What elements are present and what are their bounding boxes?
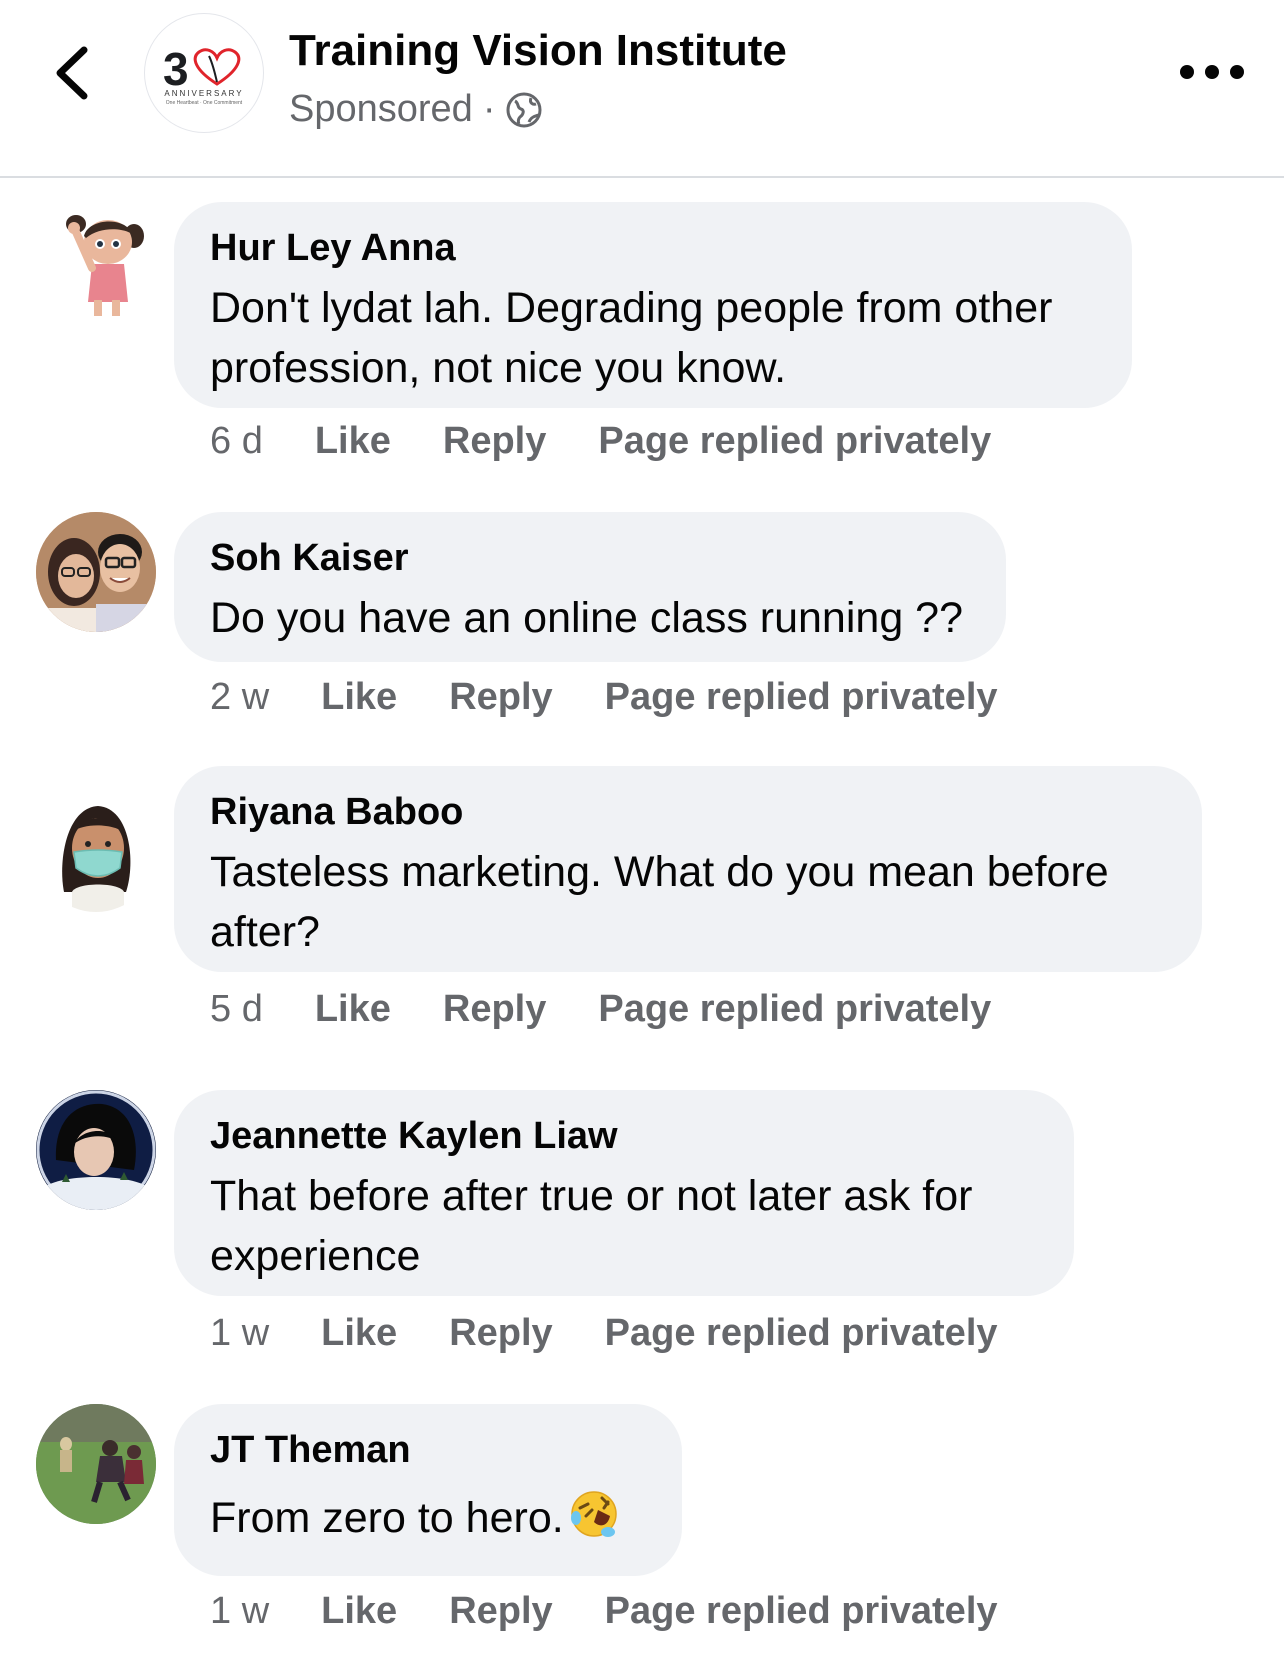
replied-privately-label[interactable]: Page replied privately xyxy=(605,1590,998,1633)
replied-privately-label[interactable]: Page replied privately xyxy=(598,988,991,1031)
more-options-button[interactable] xyxy=(1180,56,1244,88)
comment-bubble: Jeannette Kaylen Liaw That before after … xyxy=(174,1090,1074,1296)
comment-actions: 2 w Like Reply Page replied privately xyxy=(210,676,998,719)
comment-text: From zero to hero. xyxy=(210,1488,646,1548)
like-button[interactable]: Like xyxy=(315,420,391,463)
comment-time[interactable]: 1 w xyxy=(210,1590,269,1633)
replied-privately-label[interactable]: Page replied privately xyxy=(605,676,998,719)
more-dot xyxy=(1205,65,1219,79)
like-button[interactable]: Like xyxy=(321,1312,397,1355)
post-header: 3 ANNIVERSARY One Heartbeat · One Commit… xyxy=(0,0,1284,178)
separator-dot: · xyxy=(482,88,496,130)
comment-text: Do you have an online class running ?? xyxy=(210,594,964,642)
globe-icon xyxy=(506,92,542,127)
like-button[interactable]: Like xyxy=(315,988,391,1031)
reply-button[interactable]: Reply xyxy=(449,676,552,719)
logo-number: 3 xyxy=(163,43,189,95)
avatar[interactable] xyxy=(36,512,156,632)
like-button[interactable]: Like xyxy=(321,676,397,719)
comment-author[interactable]: Hur Ley Anna xyxy=(210,224,1096,272)
replied-privately-label[interactable]: Page replied privately xyxy=(605,1312,998,1355)
avatar[interactable] xyxy=(36,202,156,322)
avatar[interactable] xyxy=(36,1090,156,1210)
comment-author[interactable]: JT Theman xyxy=(210,1426,646,1474)
comment-author[interactable]: Soh Kaiser xyxy=(210,534,970,582)
comment-bubble: Hur Ley Anna Don't lydat lah. Degrading … xyxy=(174,202,1132,408)
avatar[interactable] xyxy=(36,1404,156,1524)
woman-photo-avatar xyxy=(36,1090,156,1210)
page-logo-avatar[interactable]: 3 ANNIVERSARY One Heartbeat · One Commit… xyxy=(144,13,264,133)
comment-text: Don't lydat lah. Degrading people from o… xyxy=(210,284,1053,392)
comment-time[interactable]: 5 d xyxy=(210,988,263,1031)
comment-time[interactable]: 6 d xyxy=(210,420,263,463)
comment-actions: 5 d Like Reply Page replied privately xyxy=(210,988,991,1031)
like-button[interactable]: Like xyxy=(321,1590,397,1633)
page-name-link[interactable]: Training Vision Institute xyxy=(289,26,787,76)
avatar[interactable] xyxy=(36,792,156,912)
cartoon-girl-avatar xyxy=(66,215,144,316)
comment-bubble: Soh Kaiser Do you have an online class r… xyxy=(174,512,1006,662)
comment-bubble: Riyana Baboo Tasteless marketing. What d… xyxy=(174,766,1202,972)
reply-button[interactable]: Reply xyxy=(449,1590,552,1633)
masked-memoji-avatar xyxy=(62,806,131,912)
replied-privately-label[interactable]: Page replied privately xyxy=(598,420,991,463)
comment-time[interactable]: 1 w xyxy=(210,1312,269,1355)
reply-button[interactable]: Reply xyxy=(443,420,546,463)
comment-time[interactable]: 2 w xyxy=(210,676,269,719)
comment-text-body: From zero to hero. xyxy=(210,1494,564,1542)
sponsored-row: Sponsored · xyxy=(289,88,543,131)
more-dot xyxy=(1230,65,1244,79)
couple-photo-avatar xyxy=(36,512,156,632)
comment-bubble: JT Theman From zero to hero. xyxy=(174,1404,682,1576)
logo-subtagline: One Heartbeat · One Commitment xyxy=(165,100,243,106)
comment-actions: 1 w Like Reply Page replied privately xyxy=(210,1312,998,1355)
chevron-left-icon xyxy=(56,46,88,100)
comment-author[interactable]: Riyana Baboo xyxy=(210,788,1166,836)
comment-actions: 1 w Like Reply Page replied privately xyxy=(210,1590,998,1633)
reply-button[interactable]: Reply xyxy=(449,1312,552,1355)
comment-actions: 6 d Like Reply Page replied privately xyxy=(210,420,991,463)
more-dot xyxy=(1180,65,1194,79)
comment-text: Tasteless marketing. What do you mean be… xyxy=(210,848,1109,956)
logo-tagline: ANNIVERSARY xyxy=(164,89,244,98)
back-button[interactable] xyxy=(48,42,96,104)
reply-button[interactable]: Reply xyxy=(443,988,546,1031)
sponsored-label[interactable]: Sponsored xyxy=(289,88,473,131)
comment-author[interactable]: Jeannette Kaylen Liaw xyxy=(210,1112,1038,1160)
heart-zero-icon xyxy=(193,48,241,86)
comment-text: That before after true or not later ask … xyxy=(210,1172,973,1280)
field-photo-avatar xyxy=(36,1404,156,1524)
rolling-laughing-emoji-icon xyxy=(570,1491,617,1537)
